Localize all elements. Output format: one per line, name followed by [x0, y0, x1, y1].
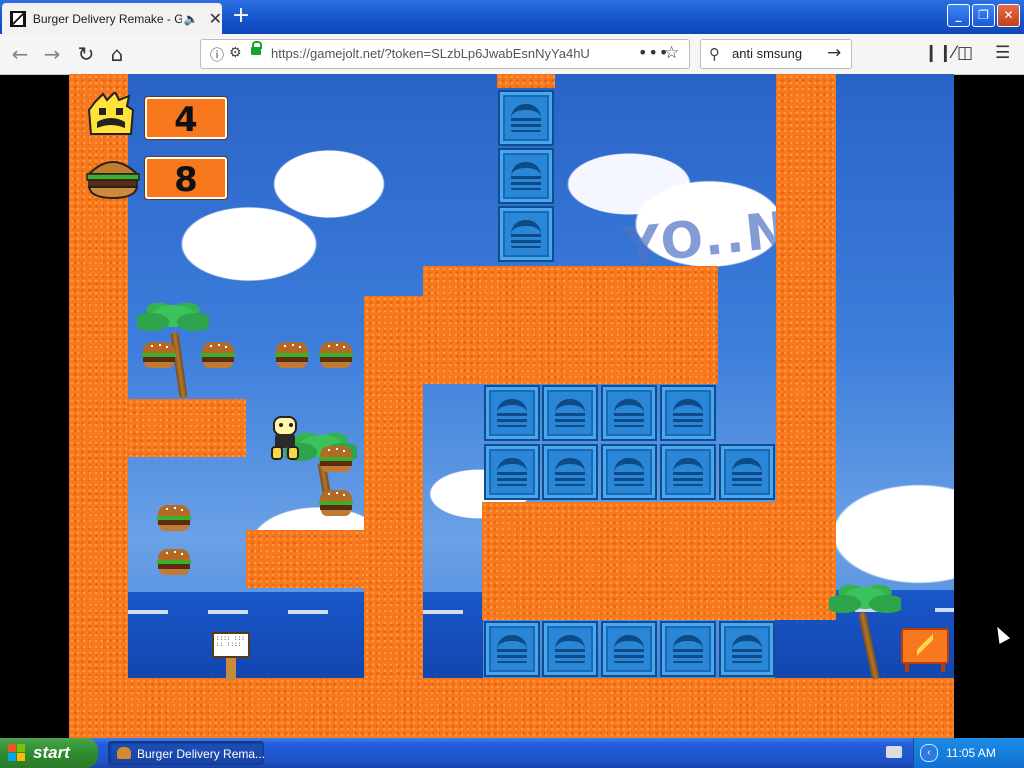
go-arrow-icon[interactable]: →	[827, 43, 841, 63]
search-query[interactable]: anti smsung	[732, 46, 802, 61]
burger-block	[542, 385, 598, 441]
wall-ledge-lower	[246, 530, 364, 588]
burger-block	[484, 444, 540, 500]
info-icon[interactable]: ⓘ	[210, 45, 224, 65]
burger-pickup-icon	[201, 342, 235, 368]
library-icon[interactable]: ❙❙⁄	[924, 43, 955, 63]
bookmark-star-icon[interactable]: ☆	[664, 43, 679, 63]
menu-icon[interactable]: ☰	[995, 43, 1010, 63]
taskbar-item-label: Burger Delivery Rema...	[137, 747, 266, 761]
burger-counter: 8	[145, 157, 227, 200]
signpost	[226, 657, 236, 681]
reload-icon[interactable]: ↻	[72, 40, 100, 68]
palm-tree-icon	[829, 584, 901, 618]
burger-pickup-icon	[157, 549, 191, 575]
burger-pickup-icon	[319, 342, 353, 368]
burger-block	[484, 621, 540, 677]
forward-arrow-icon[interactable]: →	[38, 40, 66, 68]
sea-middle	[423, 592, 483, 678]
goal-sign-leg	[941, 664, 945, 672]
burger-block	[498, 148, 554, 204]
back-arrow-icon[interactable]: ←	[6, 40, 34, 68]
wall-pillar-center	[364, 296, 423, 678]
burger-block	[660, 385, 716, 441]
goal-sign-leg	[905, 664, 909, 672]
burger-pickup-icon	[319, 490, 353, 516]
address-bar[interactable]: ⓘ ⚙ https://gamejolt.net/?token=SLzbLp6J…	[200, 39, 690, 69]
taskbar: start Burger Delivery Rema... ‹ 11:05 AM	[0, 738, 1024, 768]
lives-counter: 4	[145, 97, 227, 140]
burger-count-icon	[85, 154, 141, 204]
background-graffiti: YO..N	[621, 200, 793, 276]
start-label: start	[33, 743, 70, 762]
burger-pickup-icon	[142, 342, 176, 368]
wall-ledge-left	[128, 399, 246, 457]
new-tab-icon[interactable]: +	[229, 4, 253, 28]
delivery-goal-sign-icon	[901, 628, 949, 664]
search-box[interactable]: ⚲ anti smsung →	[700, 39, 852, 69]
burger-block	[660, 444, 716, 500]
windows-flag-icon	[8, 744, 26, 762]
close-window-button[interactable]: ✕	[997, 4, 1020, 27]
burger-pickup-icon	[157, 505, 191, 531]
window-controls: _ ❐ ✕	[947, 4, 1020, 27]
wall-upper-platform	[423, 266, 718, 384]
burger-block	[498, 206, 554, 262]
burger-block	[601, 621, 657, 677]
wall-floor	[69, 678, 954, 738]
minimize-button[interactable]: _	[947, 4, 970, 27]
tab-close-icon[interactable]: ✕	[209, 9, 222, 28]
burger-block	[719, 444, 775, 500]
burger-block	[660, 621, 716, 677]
burger-block	[601, 385, 657, 441]
browser-tab[interactable]: Burger Delivery Remake - Gam 🔈 ✕	[2, 3, 222, 34]
tracking-icon[interactable]: ⚙	[229, 45, 242, 61]
lives-face-icon	[85, 90, 139, 142]
system-tray: ‹ 11:05 AM	[886, 738, 1024, 768]
burger-block	[601, 444, 657, 500]
game-canvas[interactable]: YO..N :::: ::: :: :::: 4 8	[69, 74, 954, 738]
gamejolt-favicon-icon	[10, 10, 26, 27]
sidebar-icon[interactable]: ◫	[957, 43, 973, 63]
browser-navbar: ← → ↻ ⌂ ⓘ ⚙ https://gamejolt.net/?token=…	[0, 34, 1024, 75]
tray-expand-icon[interactable]: ‹	[920, 744, 938, 762]
tab-title: Burger Delivery Remake - Gam	[32, 11, 182, 26]
clock: 11:05 AM	[946, 746, 996, 760]
burger-block	[542, 621, 598, 677]
restore-button[interactable]: ❐	[972, 4, 995, 27]
mouse-cursor-icon	[991, 624, 1011, 644]
home-icon[interactable]: ⌂	[103, 40, 131, 68]
search-icon: ⚲	[709, 45, 720, 63]
browser-titlebar: Burger Delivery Remake - Gam 🔈 ✕ + _ ❐ ✕	[0, 0, 1024, 34]
lock-icon	[251, 41, 262, 55]
burger-block	[719, 621, 775, 677]
burger-block	[542, 444, 598, 500]
url-text[interactable]: https://gamejolt.net/?token=SLzbLp6JwabE…	[271, 46, 601, 61]
start-button[interactable]: start	[0, 738, 98, 768]
wall-top-cap	[497, 74, 555, 88]
burger-pickup-icon	[275, 342, 309, 368]
burger-block	[484, 385, 540, 441]
keyboard-icon[interactable]	[886, 746, 902, 758]
speaker-icon[interactable]: 🔈	[184, 12, 199, 26]
burger-block	[498, 90, 554, 146]
taskbar-item-browser[interactable]: Burger Delivery Rema...	[108, 741, 266, 765]
info-sign-icon: :::: ::: :: ::::	[212, 632, 250, 658]
wall-lower-platform	[482, 502, 836, 620]
burger-app-icon	[117, 747, 131, 759]
palm-tree-icon	[137, 302, 209, 336]
player-character	[268, 414, 302, 462]
burger-pickup-icon	[319, 446, 353, 472]
